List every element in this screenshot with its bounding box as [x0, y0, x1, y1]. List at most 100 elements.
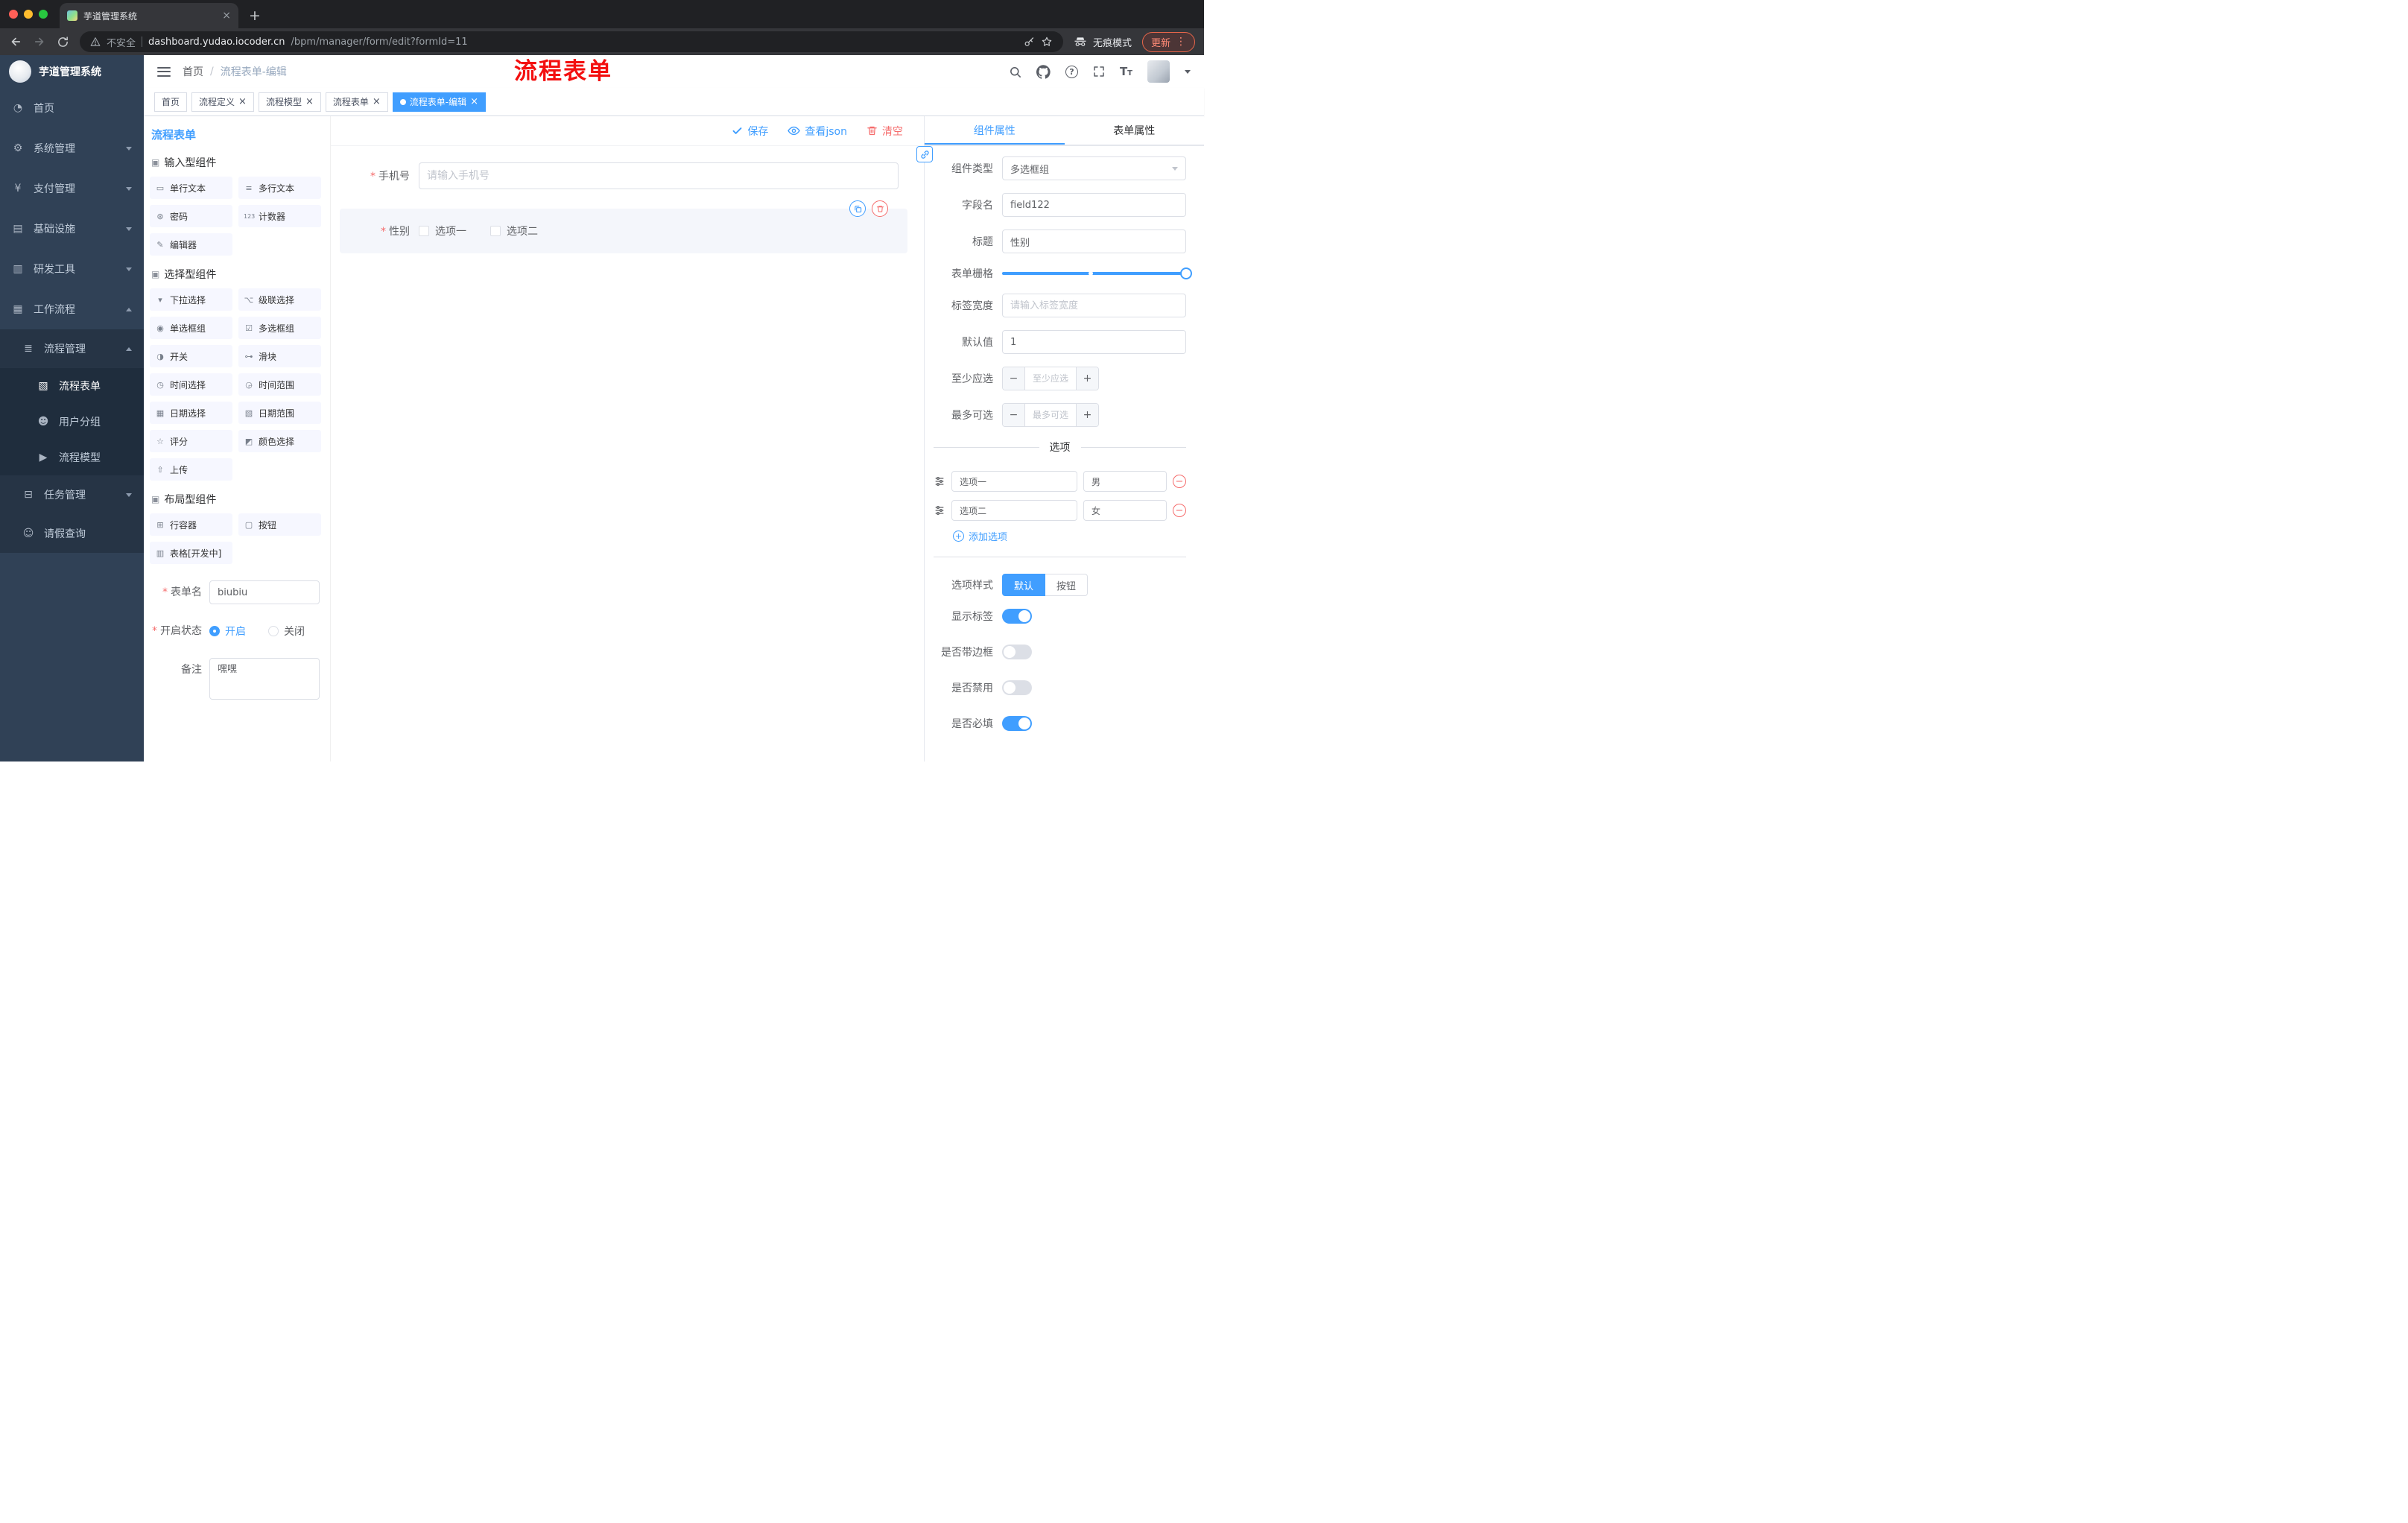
sidebar-item-system[interactable]: ⚙ 系统管理 [0, 128, 144, 168]
sidebar-logo[interactable]: 芋道管理系统 [0, 55, 144, 88]
browser-tab[interactable]: 芋道管理系统 × [60, 3, 238, 28]
sidebar-item-leave-query[interactable]: ☺ 请假查询 [0, 514, 144, 553]
palette-item-rating[interactable]: ☆ 评分 [150, 430, 232, 452]
avatar-caret-icon[interactable] [1185, 69, 1191, 74]
sidebar-item-user-group[interactable]: ☻ 用户分组 [0, 404, 144, 440]
minimize-window-button[interactable] [24, 10, 33, 19]
plus-button[interactable]: + [1076, 367, 1098, 390]
add-option-button[interactable]: + 添加选项 [953, 529, 1186, 543]
sidebar-item-task-mgmt[interactable]: ⊟ 任务管理 [0, 475, 144, 514]
slider-handle[interactable] [1180, 267, 1192, 279]
delete-widget-button[interactable] [872, 200, 888, 217]
palette-item-slider[interactable]: ⊶ 滑块 [238, 345, 321, 367]
tag-close-icon[interactable]: × [238, 97, 247, 107]
tag-process-definition[interactable]: 流程定义 × [191, 92, 254, 112]
palette-item-color-picker[interactable]: ◩ 颜色选择 [238, 430, 321, 452]
drag-handle-icon[interactable] [934, 504, 945, 516]
tab-close-icon[interactable]: × [222, 10, 231, 22]
canvas-field-gender-selected[interactable]: 性别 选项一 选项二 [340, 200, 907, 253]
palette-item-time-picker[interactable]: ◷ 时间选择 [150, 373, 232, 396]
palette-item-password[interactable]: ⊛ 密码 [150, 205, 232, 227]
address-bar[interactable]: 不安全 dashboard.yudao.iocoder.cn/bpm/manag… [80, 31, 1063, 52]
title-input[interactable] [1002, 229, 1186, 253]
avatar[interactable] [1147, 60, 1170, 83]
palette-item-radio-group[interactable]: ◉ 单选框组 [150, 317, 232, 339]
form-remark-textarea[interactable]: 嘿嘿 [209, 658, 320, 700]
palette-item-table[interactable]: ▥ 表格[开发中] [150, 542, 232, 564]
style-button-button[interactable]: 按钮 [1045, 574, 1089, 596]
new-tab-button[interactable]: + [249, 7, 261, 24]
back-icon[interactable] [9, 35, 22, 48]
tag-close-icon[interactable]: × [305, 97, 314, 107]
radio-status-off[interactable]: 关闭 [268, 624, 305, 639]
sidebar-item-process-model[interactable]: ▶ 流程模型 [0, 440, 144, 475]
default-value-input[interactable] [1002, 330, 1186, 354]
drag-handle-icon[interactable] [934, 475, 945, 487]
grid-slider[interactable] [1002, 267, 1192, 279]
search-icon[interactable] [1009, 66, 1021, 78]
password-key-icon[interactable] [1024, 37, 1035, 48]
browser-update-button[interactable]: 更新 ⋮ [1141, 31, 1195, 52]
tag-home[interactable]: 首页 [154, 92, 188, 112]
style-default-button[interactable]: 默认 [1002, 574, 1046, 596]
min-select-input[interactable] [1025, 367, 1076, 390]
copy-widget-button[interactable] [849, 200, 866, 217]
minus-button[interactable]: − [1003, 367, 1025, 390]
palette-item-checkbox-group[interactable]: ☑ 多选框组 [238, 317, 321, 339]
tab-component-props[interactable]: 组件属性 [925, 116, 1065, 145]
sidebar-item-infra[interactable]: ▤ 基础设施 [0, 209, 144, 249]
form-name-input[interactable] [209, 580, 320, 604]
option-name-input[interactable] [951, 500, 1077, 521]
palette-item-editor[interactable]: ✎ 编辑器 [150, 233, 232, 256]
required-toggle[interactable] [1002, 716, 1032, 731]
tag-process-form-edit[interactable]: 流程表单-编辑 × [392, 92, 487, 112]
plus-button[interactable]: + [1076, 404, 1098, 426]
show-label-toggle[interactable] [1002, 609, 1032, 624]
browser-menu-icon[interactable]: ⋮ [1176, 36, 1186, 48]
github-icon[interactable] [1036, 64, 1051, 79]
fullscreen-icon[interactable] [1093, 66, 1105, 77]
option-name-input[interactable] [951, 471, 1077, 492]
phone-input[interactable] [419, 162, 899, 189]
forward-icon[interactable] [33, 35, 46, 48]
palette-item-counter[interactable]: 123 计数器 [238, 205, 321, 227]
palette-item-time-range[interactable]: ◶ 时间范围 [238, 373, 321, 396]
tag-process-form[interactable]: 流程表单 × [325, 92, 388, 112]
tag-close-icon[interactable]: × [373, 97, 381, 107]
checkbox-option-1[interactable]: 选项一 [419, 224, 466, 238]
save-button[interactable]: 保存 [732, 124, 768, 139]
option-value-input[interactable] [1083, 471, 1167, 492]
breadcrumb-home[interactable]: 首页 [183, 64, 203, 79]
clear-button[interactable]: 清空 [866, 124, 903, 139]
palette-item-date-picker[interactable]: ▦ 日期选择 [150, 402, 232, 424]
font-size-icon[interactable]: TT [1120, 65, 1132, 78]
palette-item-single-text[interactable]: ▭ 单行文本 [150, 177, 232, 199]
help-icon[interactable]: ? [1065, 65, 1078, 78]
remove-option-button[interactable]: − [1173, 475, 1186, 488]
palette-item-upload[interactable]: ⇧ 上传 [150, 458, 232, 481]
max-select-input[interactable] [1025, 404, 1076, 426]
sidebar-item-payment[interactable]: ¥ 支付管理 [0, 168, 144, 209]
checkbox-option-2[interactable]: 选项二 [490, 224, 538, 238]
minus-button[interactable]: − [1003, 404, 1025, 426]
canvas-field-phone[interactable]: 手机号 [340, 162, 907, 189]
border-toggle[interactable] [1002, 645, 1032, 659]
palette-item-date-range[interactable]: ▧ 日期范围 [238, 402, 321, 424]
bookmark-star-icon[interactable] [1041, 36, 1053, 48]
sidebar-toggle-icon[interactable] [157, 66, 171, 77]
link-button[interactable] [916, 146, 933, 162]
palette-item-textarea[interactable]: ≡ 多行文本 [238, 177, 321, 199]
palette-item-cascader[interactable]: ⌥ 级联选择 [238, 288, 321, 311]
palette-item-switch[interactable]: ◑ 开关 [150, 345, 232, 367]
maximize-window-button[interactable] [39, 10, 48, 19]
close-window-button[interactable] [9, 10, 18, 19]
tab-form-props[interactable]: 表单属性 [1065, 116, 1205, 145]
sidebar-item-workflow[interactable]: ▦ 工作流程 [0, 289, 144, 329]
reload-icon[interactable] [57, 36, 69, 48]
palette-item-row-container[interactable]: ⊞ 行容器 [150, 513, 232, 536]
field-name-input[interactable] [1002, 193, 1186, 217]
disabled-toggle[interactable] [1002, 680, 1032, 695]
sidebar-item-devtools[interactable]: ▥ 研发工具 [0, 249, 144, 289]
radio-status-on[interactable]: 开启 [209, 624, 246, 639]
component-type-select[interactable]: 多选框组 [1002, 156, 1186, 180]
